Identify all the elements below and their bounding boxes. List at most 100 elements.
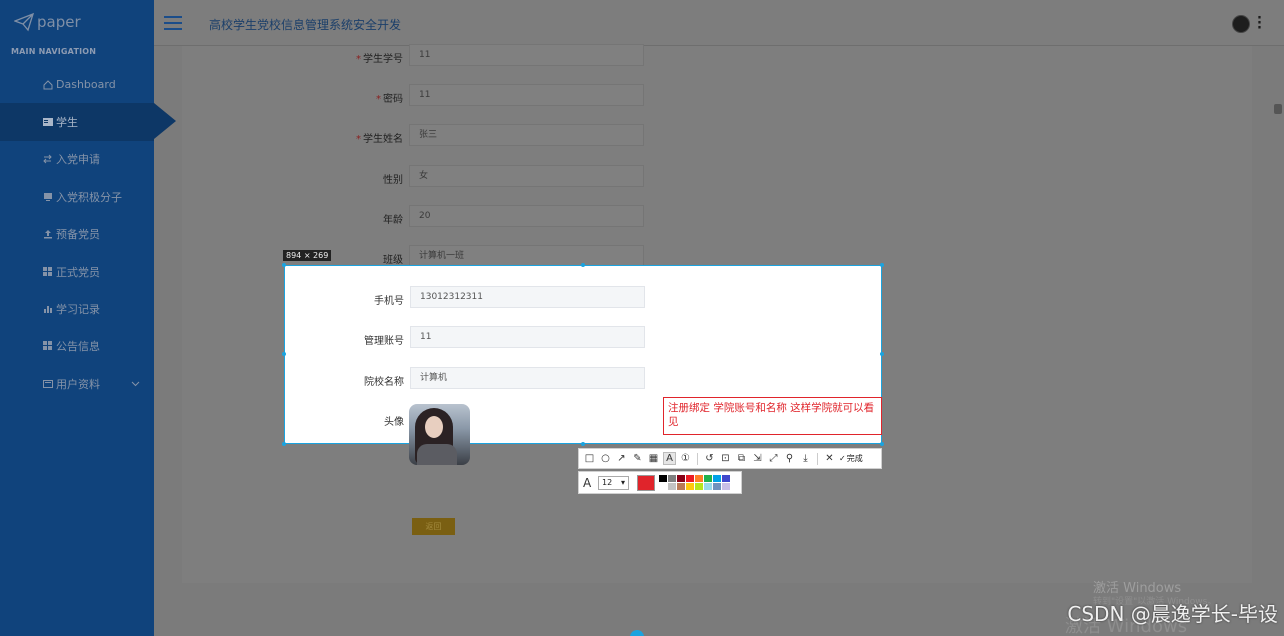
translate-icon[interactable]: ⧉ xyxy=(735,452,748,465)
sidebar-item-probationary[interactable]: 预备党员 xyxy=(0,216,154,253)
chevron-down-icon xyxy=(131,377,140,390)
idcard-icon xyxy=(42,117,53,128)
scrollbar[interactable] xyxy=(1272,46,1284,636)
resize-handle[interactable] xyxy=(880,442,884,446)
phone-input[interactable]: 13012312311 xyxy=(410,286,645,308)
password-input[interactable]: 11 xyxy=(409,84,644,106)
more-options-icon[interactable]: · · · xyxy=(1257,12,1262,35)
floating-dot[interactable] xyxy=(630,630,644,636)
hamburger-menu-icon[interactable] xyxy=(164,16,182,30)
active-arrow xyxy=(154,103,176,140)
field-label: 院校名称 xyxy=(364,377,404,388)
resize-handle[interactable] xyxy=(880,263,884,267)
college-name-input[interactable]: 计算机 xyxy=(410,367,645,389)
sidebar-item-label: 预备党员 xyxy=(56,228,100,242)
current-color-swatch[interactable] xyxy=(637,475,655,491)
color-swatch[interactable] xyxy=(677,483,685,490)
color-swatch[interactable] xyxy=(668,475,676,482)
color-swatch[interactable] xyxy=(677,475,685,482)
ellipse-tool-icon[interactable]: ○ xyxy=(599,452,612,465)
age-input[interactable]: 20 xyxy=(409,205,644,227)
grid-icon xyxy=(42,266,53,277)
pin-icon[interactable]: ⚲ xyxy=(783,452,796,465)
sidebar-item-student[interactable]: 学生 xyxy=(0,103,176,141)
color-swatch[interactable] xyxy=(668,483,676,490)
avatar-image[interactable] xyxy=(409,404,470,465)
logo-text: paper xyxy=(37,13,81,31)
close-icon[interactable]: ✕ xyxy=(823,452,836,465)
rectangle-tool-icon[interactable]: □ xyxy=(583,452,596,465)
color-swatch[interactable] xyxy=(695,483,703,490)
top-header: 高校学生党校信息管理系统安全开发 · · · xyxy=(154,0,1284,46)
done-button[interactable]: ✓ 完成 xyxy=(839,453,863,464)
gender-input[interactable]: 女 xyxy=(409,165,644,187)
sidebar-item-application[interactable]: 入党申请 xyxy=(0,141,154,178)
fullscreen-icon[interactable]: ⤢ xyxy=(767,452,780,465)
color-swatch[interactable] xyxy=(722,475,730,482)
csdn-watermark: CSDN @晨逸学长-毕设 xyxy=(1067,602,1278,626)
nav-section-title: MAIN NAVIGATION xyxy=(11,47,97,56)
logo[interactable]: paper xyxy=(14,10,144,34)
text-tool-icon[interactable]: A xyxy=(663,452,676,465)
done-label: 完成 xyxy=(846,454,863,463)
sidebar-item-user-profile[interactable]: 用户资料 xyxy=(0,365,154,402)
sidebar-item-activist[interactable]: 入党积极分子 xyxy=(0,178,154,215)
download-icon[interactable]: ⤓ xyxy=(799,452,812,465)
upload-icon xyxy=(42,229,53,240)
text-style-toolbar: A 12 xyxy=(578,471,742,494)
mosaic-tool-icon[interactable]: ▦ xyxy=(647,452,660,465)
paper-plane-icon xyxy=(14,12,34,32)
sidebar-item-notice[interactable]: 公告信息 xyxy=(0,328,154,365)
back-button[interactable]: 返回 xyxy=(412,518,455,535)
color-swatch[interactable] xyxy=(686,475,694,482)
arrow-tool-icon[interactable]: ↗ xyxy=(615,452,628,465)
color-swatch[interactable] xyxy=(704,483,712,490)
color-palette[interactable] xyxy=(659,475,730,490)
resize-handle[interactable] xyxy=(581,263,585,267)
field-label: * 学生姓名 xyxy=(356,134,403,145)
color-swatch[interactable] xyxy=(659,483,667,490)
student-id-input[interactable]: 11 xyxy=(409,44,644,66)
class-input[interactable]: 计算机一班 xyxy=(409,245,644,267)
avatar-label: 头像 xyxy=(384,417,404,428)
resize-handle[interactable] xyxy=(282,442,286,446)
form-icon xyxy=(42,378,53,389)
sidebar-item-formal-member[interactable]: 正式党员 xyxy=(0,253,154,290)
home-icon xyxy=(42,79,53,90)
font-size-select[interactable]: 12 xyxy=(598,476,629,490)
color-swatch[interactable] xyxy=(686,483,694,490)
undo-icon[interactable]: ↺ xyxy=(703,452,716,465)
sidebar-item-study-record[interactable]: 学习记录 xyxy=(0,290,154,327)
sidebar-item-label: 正式党员 xyxy=(56,265,100,279)
field-label: 性别 xyxy=(383,175,403,186)
pen-tool-icon[interactable]: ✎ xyxy=(631,452,644,465)
resize-handle[interactable] xyxy=(282,263,286,267)
field-label: * 密码 xyxy=(376,94,403,105)
color-swatch[interactable] xyxy=(659,475,667,482)
ocr-icon[interactable]: ⊡ xyxy=(719,452,732,465)
student-name-input[interactable]: 张三 xyxy=(409,124,644,146)
user-avatar[interactable] xyxy=(1232,15,1250,33)
color-swatch[interactable] xyxy=(713,483,721,490)
field-label: 手机号 xyxy=(374,296,404,307)
annotation-textbox[interactable]: 注册绑定 学院账号和名称 这样学院就可以看见 xyxy=(663,397,882,435)
color-swatch[interactable] xyxy=(704,475,712,482)
long-screenshot-icon[interactable]: ⇲ xyxy=(751,452,764,465)
field-label: * 学生学号 xyxy=(356,54,403,65)
sidebar-nav: Dashboard 学生 入党申请 入党积极分子 预备党员 正式党员 学习记录 xyxy=(0,66,176,403)
number-tool-icon[interactable]: ① xyxy=(679,452,692,465)
page-title: 高校学生党校信息管理系统安全开发 xyxy=(209,18,402,32)
grid-icon xyxy=(42,341,53,352)
field-label: 管理账号 xyxy=(364,336,404,347)
sidebar-item-label: 公告信息 xyxy=(56,340,100,354)
bar-chart-icon xyxy=(42,304,53,315)
sort-icon xyxy=(42,154,53,165)
admin-account-input[interactable]: 11 xyxy=(410,326,645,348)
color-swatch[interactable] xyxy=(695,475,703,482)
resize-handle[interactable] xyxy=(282,352,286,356)
resize-handle[interactable] xyxy=(581,442,585,446)
resize-handle[interactable] xyxy=(880,352,884,356)
color-swatch[interactable] xyxy=(722,483,730,490)
sidebar-item-dashboard[interactable]: Dashboard xyxy=(0,66,154,103)
color-swatch[interactable] xyxy=(713,475,721,482)
